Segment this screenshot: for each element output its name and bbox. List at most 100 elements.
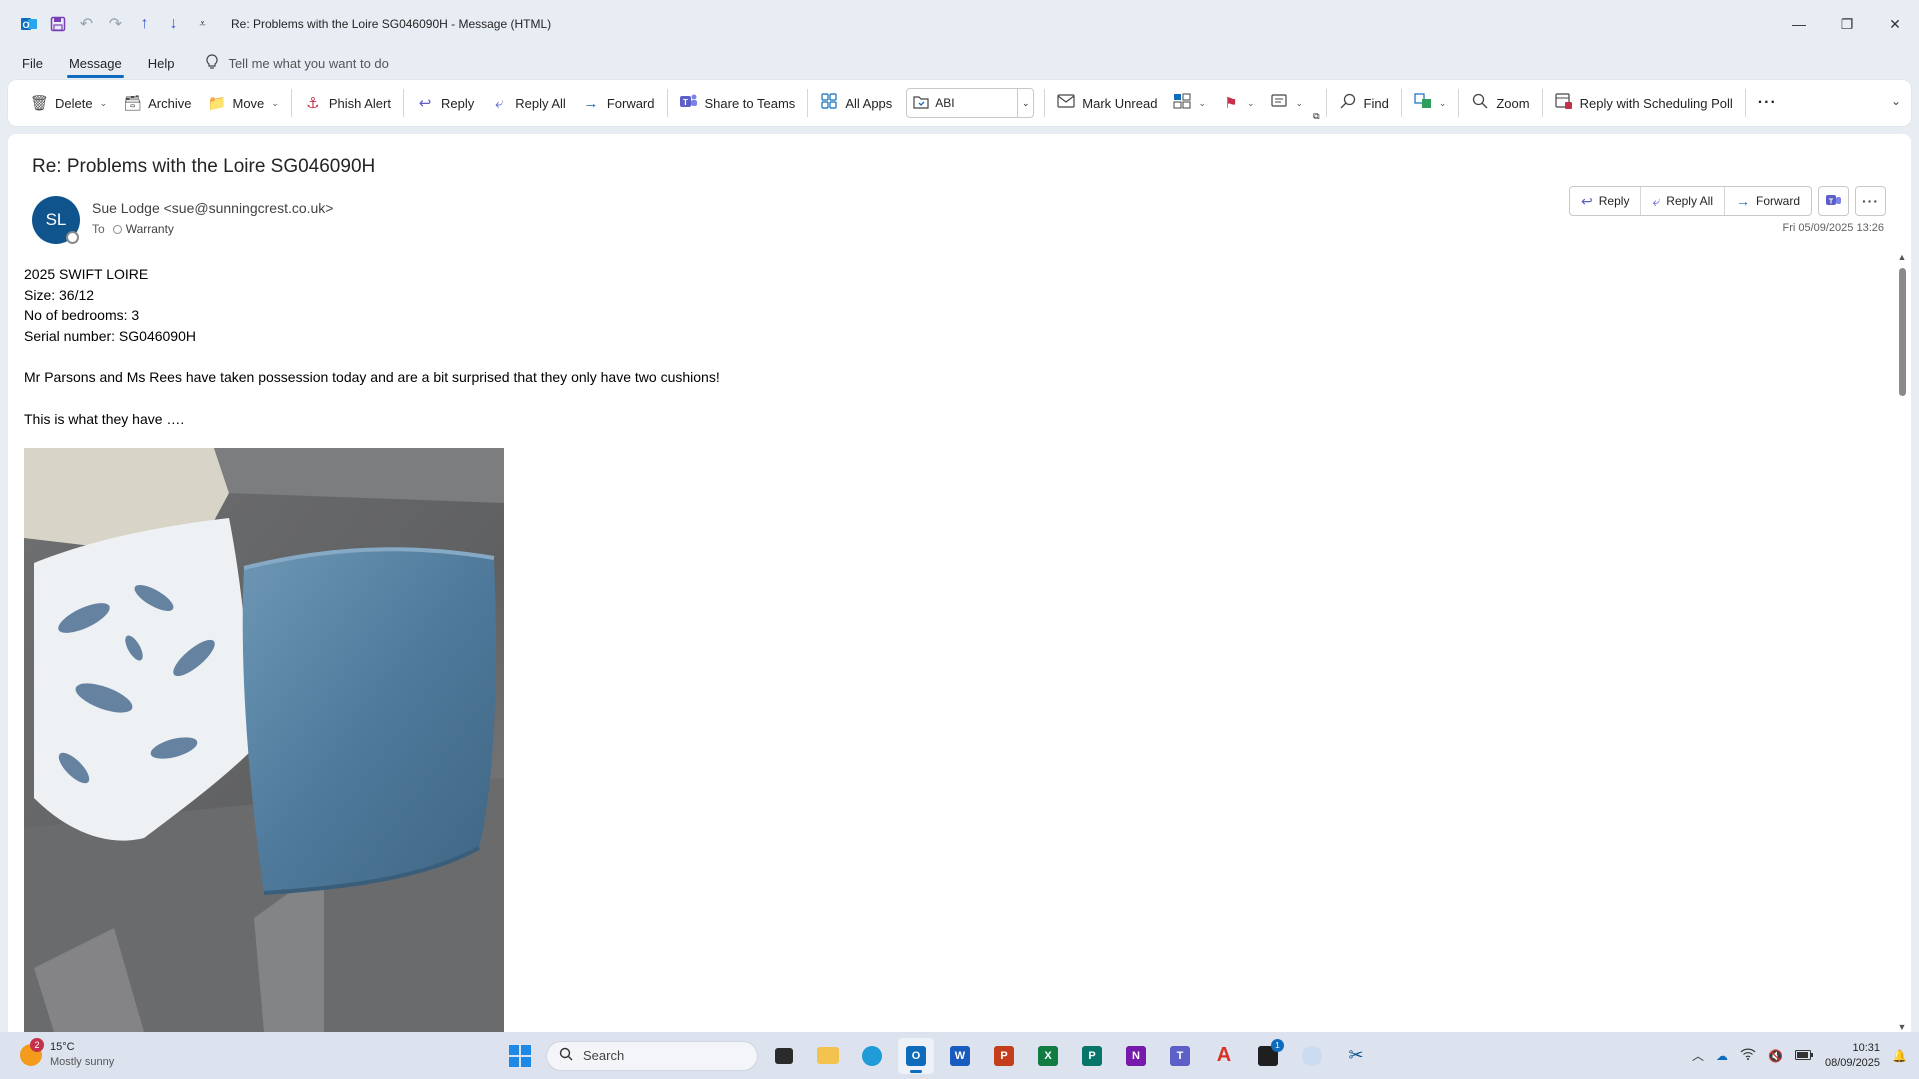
share-to-teams-button[interactable]: T Share to Teams (672, 87, 804, 119)
reply-with-poll-label: Reply with Scheduling Poll (1579, 95, 1733, 111)
ribbon-toolbar: 🗑 Delete ⌄ 🗃 Archive 📁 Move ⌄ ⚓ Phish Al… (8, 80, 1911, 126)
vertical-scrollbar[interactable]: ▲ ▼ (1897, 252, 1907, 1032)
customize-qat-icon[interactable]: ⩡ (188, 10, 217, 38)
more-options-button[interactable]: ··· (1750, 87, 1785, 119)
flag-icon: ⚑ (1224, 95, 1238, 112)
scrollbar-thumb[interactable] (1899, 268, 1906, 396)
reply-button[interactable]: ↩ Reply (408, 87, 482, 119)
move-button[interactable]: 📁 Move ⌄ (199, 87, 286, 119)
task-view-icon[interactable] (766, 1038, 802, 1074)
categorize-icon (1173, 93, 1191, 113)
follow-up-button[interactable]: ⚑ ⌄ (1214, 87, 1263, 119)
undo-icon[interactable]: ↶ (72, 10, 101, 38)
outlook-taskbar-icon[interactable]: O (898, 1037, 934, 1074)
read-aloud-icon (1270, 93, 1289, 113)
notifications-icon[interactable]: 🔔 (1892, 1049, 1907, 1063)
body-line: Size: 36/12 (24, 286, 95, 303)
outlook-app-icon[interactable]: O (14, 10, 43, 38)
find-button[interactable]: Find (1331, 87, 1397, 119)
chevron-down-icon[interactable]: ⌄ (100, 98, 108, 109)
previous-item-icon[interactable]: ↑ (130, 10, 159, 38)
chevron-down-icon[interactable]: ⌄ (1017, 89, 1033, 117)
trash-icon: 🗑 (30, 95, 50, 112)
windows-start-icon[interactable] (502, 1038, 538, 1074)
redo-icon[interactable]: ↷ (101, 10, 130, 38)
find-label: Find (1363, 95, 1389, 111)
recipient-name: Warranty (125, 222, 174, 236)
ribbon-divider (1458, 89, 1460, 117)
word-icon[interactable]: W (942, 1038, 978, 1074)
sun-icon: 2 (20, 1038, 44, 1066)
system-clock[interactable]: 10:31 08/09/2025 (1825, 1041, 1880, 1071)
onedrive-icon[interactable]: ☁ (1716, 1049, 1728, 1063)
scroll-down-icon[interactable]: ▼ (1897, 1022, 1907, 1032)
read-aloud-button[interactable]: ⌄ (1263, 87, 1312, 119)
battery-icon[interactable] (1794, 1049, 1813, 1063)
edge-browser-icon[interactable] (854, 1038, 890, 1074)
powerpoint-icon[interactable]: P (986, 1038, 1022, 1074)
menu-bar: File Message Help Tell me what you want … (0, 48, 1919, 78)
envelope-icon (1057, 94, 1075, 112)
reply-all-button[interactable]: ⤶ Reply All (482, 87, 574, 119)
inline-forward-button[interactable]: → Forward (1725, 187, 1811, 215)
ribbon-collapse-icon[interactable]: ⌄ (1891, 94, 1901, 108)
taskbar-search[interactable]: Search (546, 1040, 758, 1071)
more-actions-button[interactable]: ··· (1855, 186, 1886, 216)
delete-button[interactable]: 🗑 Delete ⌄ (22, 87, 115, 119)
inline-reply-all-label: Reply All (1666, 194, 1713, 208)
menu-file[interactable]: File (20, 52, 45, 75)
cushions-photo[interactable] (24, 448, 504, 1032)
chevron-up-icon[interactable]: ︿ (1692, 1047, 1704, 1064)
abi-dropdown[interactable]: ABI ⌄ (906, 88, 1035, 118)
body-line: Serial number: SG046090H (24, 327, 196, 344)
teams-icon: T (1825, 192, 1842, 211)
all-apps-button[interactable]: All Apps (812, 87, 900, 119)
mark-unread-button[interactable]: Mark Unread (1049, 87, 1165, 119)
publisher-icon[interactable]: P (1074, 1038, 1110, 1074)
mail-badge: 1 (1271, 1038, 1284, 1052)
inline-reply-all-button[interactable]: ⤶ Reply All (1641, 187, 1725, 215)
minimize-button[interactable]: — (1775, 0, 1823, 48)
archive-button[interactable]: 🗃 Archive (115, 87, 199, 119)
translate-icon (1414, 93, 1432, 113)
scroll-up-icon[interactable]: ▲ (1897, 252, 1907, 262)
categorize-button[interactable]: ⌄ (1165, 87, 1214, 119)
restore-button[interactable]: ❐ (1823, 0, 1871, 48)
forward-icon: → (1735, 193, 1750, 209)
taskbar-apps: Search O W P X P N T A 1 ✂ (502, 1032, 1374, 1079)
reply-with-scheduling-poll-button[interactable]: Reply with Scheduling Poll (1547, 87, 1741, 119)
search-icon (1339, 93, 1357, 113)
calendar-poll-icon (1554, 92, 1573, 114)
teams-taskbar-icon[interactable]: T (1162, 1038, 1198, 1074)
menu-help[interactable]: Help (146, 52, 177, 75)
inline-reply-button[interactable]: ↩ Reply (1570, 187, 1642, 215)
onenote-icon[interactable]: N (1118, 1038, 1154, 1074)
tell-me-box[interactable]: Tell me what you want to do (206, 53, 389, 73)
snipping-tool-icon[interactable]: ✂ (1338, 1038, 1374, 1074)
menu-message[interactable]: Message (66, 52, 124, 78)
save-icon[interactable] (43, 10, 72, 38)
weather-widget[interactable]: 2 15°C Mostly sunny (20, 1038, 114, 1070)
sender-name[interactable]: Sue Lodge <sue@sunningcrest.co.uk> (92, 200, 334, 216)
recipient-warranty[interactable]: Warranty (112, 222, 174, 236)
wifi-icon[interactable] (1740, 1048, 1756, 1063)
file-explorer-icon[interactable] (810, 1038, 846, 1074)
phish-hook-icon: ⚓ (306, 95, 320, 112)
close-button[interactable]: ✕ (1871, 0, 1919, 48)
volume-muted-icon[interactable]: 🔇 (1768, 1049, 1783, 1063)
ribbon-divider (1044, 89, 1046, 117)
loading-app-icon[interactable] (1294, 1038, 1330, 1074)
zoom-button[interactable]: Zoom (1463, 87, 1537, 119)
excel-icon[interactable]: X (1030, 1038, 1066, 1074)
phish-alert-button[interactable]: ⚓ Phish Alert (296, 87, 399, 119)
message-actions: ↩ Reply ⤶ Reply All → Forward T ··· (1569, 186, 1886, 216)
ribbon-divider (290, 89, 292, 117)
dialog-launcher-icon[interactable]: ⧉ (1311, 106, 1321, 126)
acrobat-icon[interactable]: A (1206, 1038, 1242, 1074)
mail-app-icon[interactable]: 1 (1250, 1038, 1286, 1074)
teams-chat-button[interactable]: T (1818, 186, 1849, 216)
forward-button[interactable]: → Forward (574, 87, 663, 119)
next-item-icon[interactable]: ↓ (159, 10, 188, 38)
presence-status-icon (112, 224, 122, 234)
translate-button[interactable]: ⌄ (1406, 87, 1455, 119)
